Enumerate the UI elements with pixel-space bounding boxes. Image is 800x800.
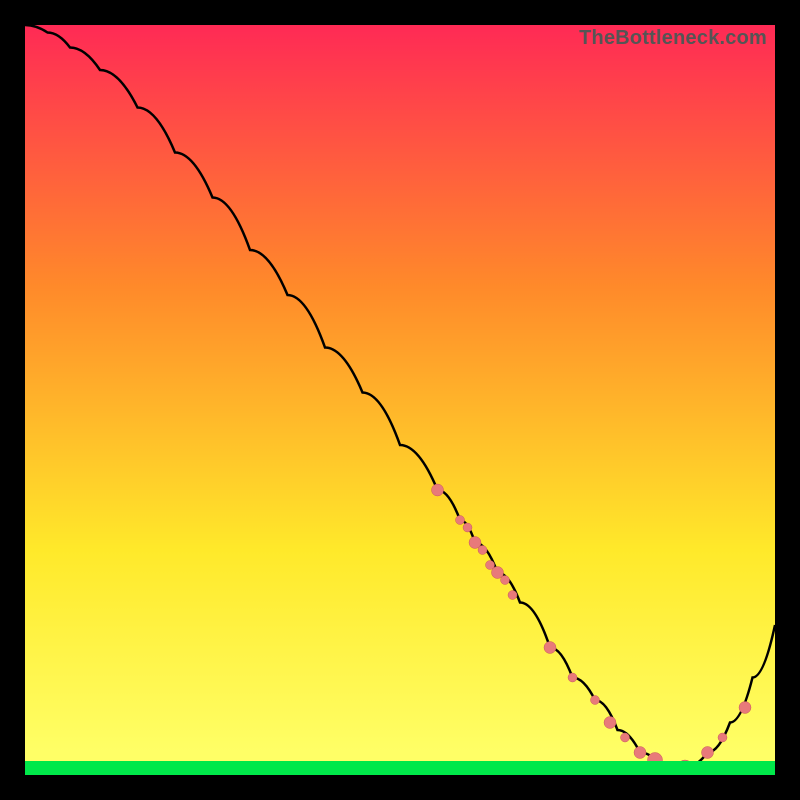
data-point bbox=[568, 673, 577, 682]
data-point bbox=[478, 546, 487, 555]
data-point bbox=[544, 642, 556, 654]
watermark-text: TheBottleneck.com bbox=[579, 27, 767, 50]
data-point bbox=[501, 576, 510, 585]
data-point bbox=[621, 733, 630, 742]
gradient-background bbox=[25, 25, 775, 775]
green-optimal-band bbox=[25, 761, 775, 775]
data-point bbox=[702, 747, 714, 759]
chart-frame: TheBottleneck.com bbox=[0, 0, 800, 800]
plot-area: TheBottleneck.com bbox=[25, 25, 775, 775]
data-point bbox=[432, 484, 444, 496]
data-point bbox=[456, 516, 465, 525]
data-point bbox=[634, 747, 646, 759]
data-point bbox=[739, 702, 751, 714]
chart-svg bbox=[25, 25, 775, 775]
data-point bbox=[508, 591, 517, 600]
data-point bbox=[463, 523, 472, 532]
data-point bbox=[591, 696, 600, 705]
data-point bbox=[604, 717, 616, 729]
data-point bbox=[718, 733, 727, 742]
